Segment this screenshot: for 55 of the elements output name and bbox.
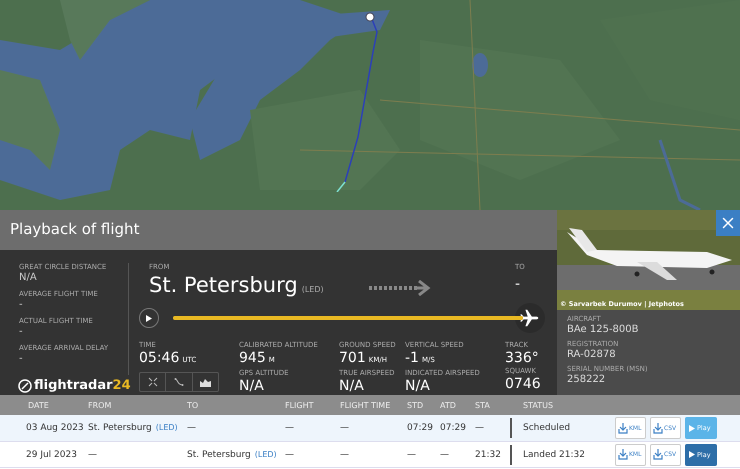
readout-value: 0746 xyxy=(505,376,542,393)
stat-value: - xyxy=(19,353,24,365)
panel-title: Playback of flight xyxy=(0,210,557,250)
download-icon xyxy=(653,422,663,434)
column-header: TO xyxy=(187,400,200,410)
table-cell-text: — xyxy=(475,423,485,433)
table-cell-text: — xyxy=(88,450,98,460)
table-cell-text: 07:29 xyxy=(440,423,467,433)
download-icon xyxy=(618,449,628,460)
table-cell-text: — xyxy=(340,423,350,433)
table-cell-text: 29 Jul 2023 xyxy=(25,450,78,460)
table-cell-text: — xyxy=(407,450,417,460)
column-header: FROM xyxy=(88,400,112,410)
readout-value: N/A xyxy=(405,378,431,395)
table-cell-text: — xyxy=(187,423,197,433)
play-icon xyxy=(689,451,695,458)
table-cell-text: 03 Aug 2023 xyxy=(25,423,85,433)
close-button[interactable] xyxy=(716,210,740,236)
column-header: DATE xyxy=(27,400,50,410)
readout-value: 336° xyxy=(505,350,540,367)
stat-value: - xyxy=(19,326,24,338)
table-cell-text: St. Petersburg (LED) xyxy=(88,423,179,433)
stat-value: - xyxy=(19,299,24,311)
aircraft-value: BAe 125-800B xyxy=(567,324,640,336)
stat-value: N/A xyxy=(19,272,38,284)
table-cell-text: St. Petersburg (LED) xyxy=(187,450,278,460)
origin-city: St. Petersburg (LED) xyxy=(149,272,325,299)
column-header: STA xyxy=(475,400,491,410)
table-cell-text: — xyxy=(285,423,295,433)
aircraft-value: RA-02878 xyxy=(567,349,617,361)
aircraft-value: 258222 xyxy=(567,374,606,386)
logo: flightradar24 xyxy=(18,378,131,393)
play-icon xyxy=(689,424,695,432)
radar-icon xyxy=(18,378,32,392)
readout-value: N/A xyxy=(239,378,265,395)
table-cell-text: — xyxy=(285,450,295,460)
table-cell-text: — xyxy=(440,450,450,460)
table-cell-text: 21:32 xyxy=(475,450,502,460)
play-icon xyxy=(146,314,152,322)
destination: - xyxy=(515,276,522,293)
column-header: STD xyxy=(407,400,424,410)
play-button[interactable] xyxy=(139,308,159,328)
table-cell-text: — xyxy=(340,450,350,460)
table-cell-text: 07:29 xyxy=(407,423,434,433)
table-cell-text: Scheduled xyxy=(523,423,572,433)
column-header: STATUS xyxy=(523,400,554,410)
column-header: ATD xyxy=(440,400,457,410)
column-header: FLIGHT TIME xyxy=(340,400,392,410)
table-cell-text: Landed 21:32 xyxy=(523,450,586,460)
column-header: FLIGHT xyxy=(285,400,315,410)
download-icon xyxy=(618,422,628,434)
readout-value: N/A xyxy=(339,378,365,395)
plane-icon[interactable] xyxy=(515,303,545,333)
arrow-icon xyxy=(369,280,431,296)
download-icon xyxy=(653,449,663,460)
